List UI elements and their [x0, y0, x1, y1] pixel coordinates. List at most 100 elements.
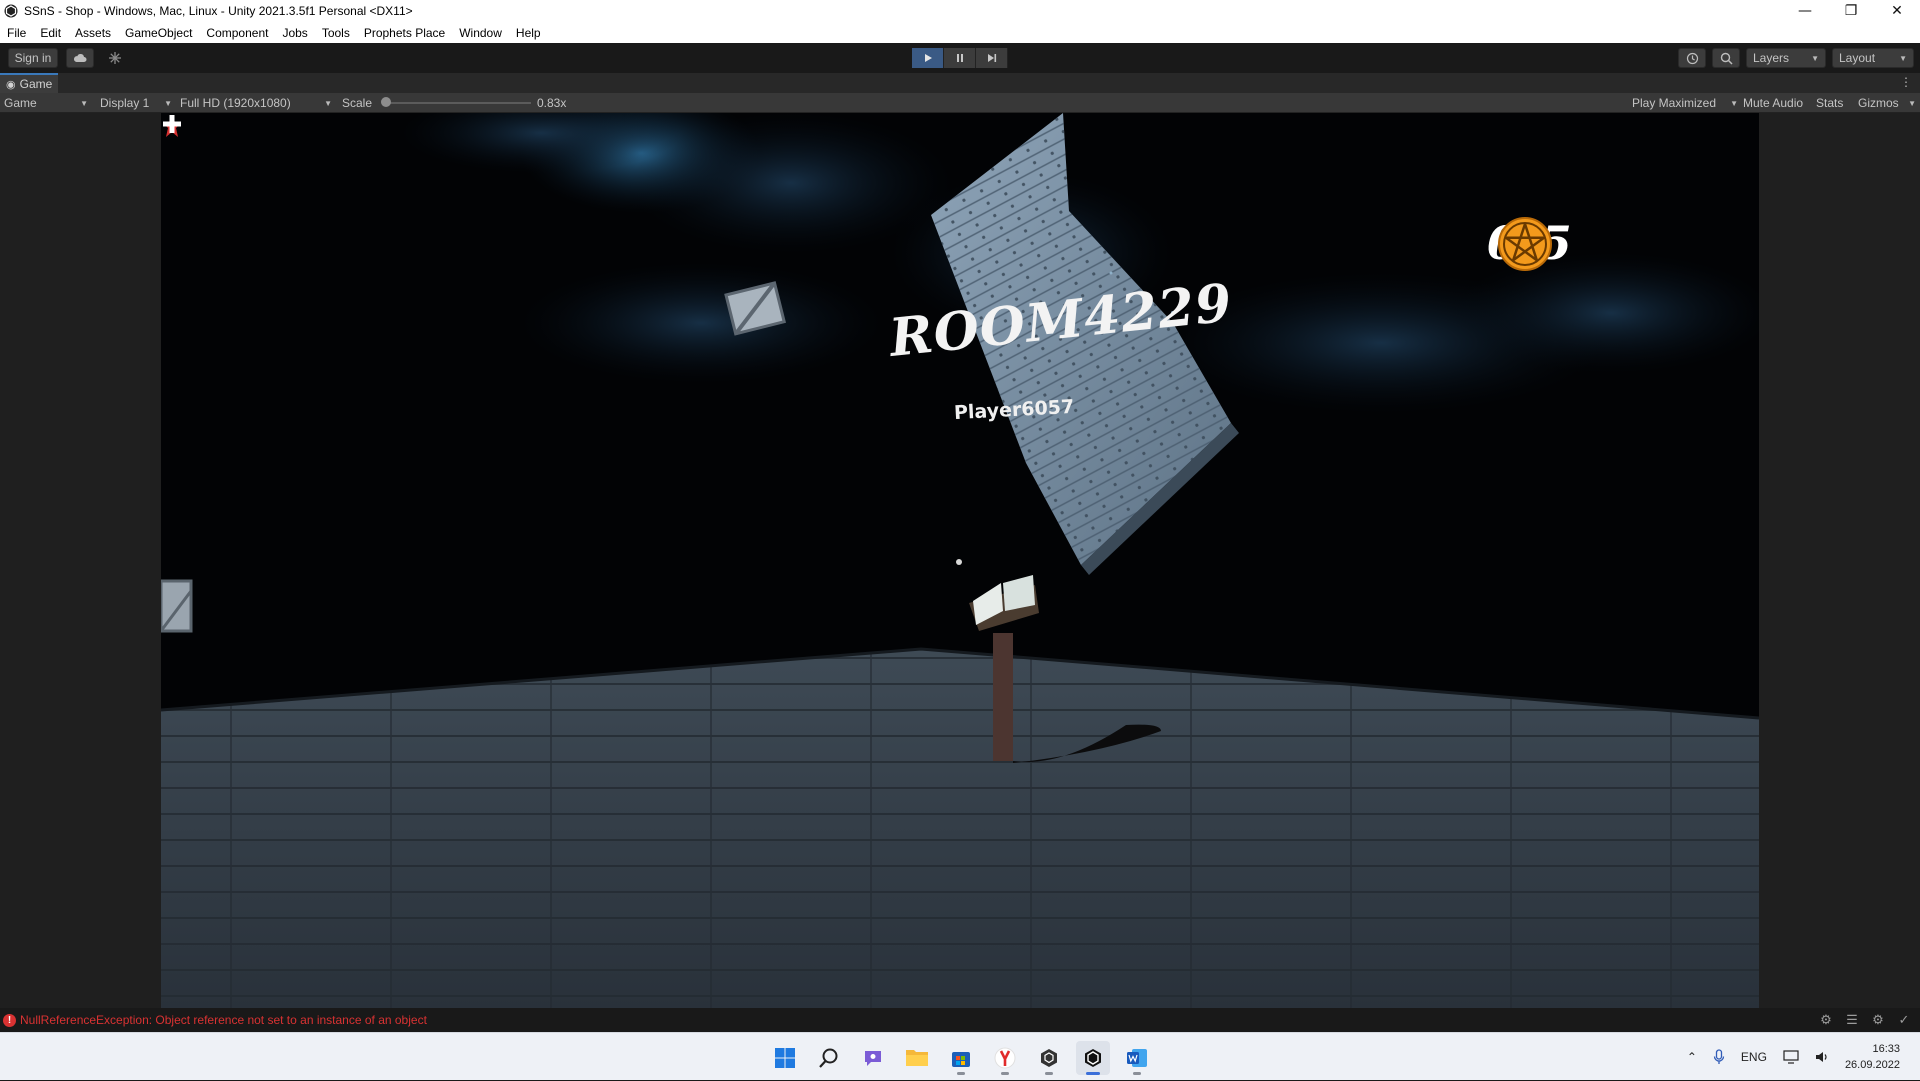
cache-server-icon[interactable]: ☰	[1844, 1012, 1860, 1028]
scale-slider-track[interactable]	[385, 102, 531, 104]
layout-dropdown[interactable]: Layout ▼	[1832, 48, 1914, 68]
collab-icon	[109, 52, 121, 64]
bug-icon[interactable]: ⚙	[1818, 1012, 1834, 1028]
console-status-bar[interactable]: ! NullReferenceException: Object referen…	[0, 1008, 1920, 1032]
menu-window[interactable]: Window	[452, 26, 509, 40]
chat-button[interactable]	[856, 1041, 890, 1075]
unity-logo-icon	[4, 4, 18, 18]
yandex-browser-button[interactable]	[988, 1041, 1022, 1075]
gizmos-dropdown[interactable]: Gizmos ▼	[1858, 93, 1916, 113]
cloud-icon	[73, 54, 87, 62]
title-bar: SSnS - Shop - Windows, Mac, Linux - Unit…	[0, 0, 1920, 22]
stats-toggle[interactable]: Stats	[1816, 93, 1843, 113]
layout-label: Layout	[1839, 51, 1876, 65]
clock[interactable]: 16:33 26.09.2022	[1845, 1041, 1900, 1073]
auto-generate-lighting-icon[interactable]: ⚙	[1870, 1012, 1886, 1028]
pentacle-icon	[1498, 217, 1552, 271]
chevron-down-icon: ▼	[1908, 98, 1916, 108]
step-button[interactable]	[976, 48, 1008, 68]
scale-value: 0.83x	[537, 96, 567, 110]
pause-icon	[956, 54, 963, 62]
game-render[interactable]: 0/5 ROOM4229 Player6057	[161, 113, 1759, 1008]
running-indicator	[1045, 1072, 1053, 1075]
store-button[interactable]	[944, 1041, 978, 1075]
network-icon[interactable]	[1783, 1050, 1799, 1064]
chevron-up-icon[interactable]: ⌃	[1687, 1050, 1697, 1064]
running-indicator	[1001, 1072, 1009, 1075]
panel-menu-icon[interactable]: ⋮	[1900, 75, 1912, 89]
play-maximized-label: Play Maximized	[1632, 96, 1717, 110]
gizmos-label: Gizmos	[1858, 96, 1899, 110]
crosshair-icon	[163, 115, 181, 133]
undo-history-button[interactable]	[1678, 48, 1706, 68]
collab-button[interactable]	[102, 48, 128, 68]
store-icon	[952, 1052, 970, 1067]
step-icon	[987, 54, 996, 62]
layers-dropdown[interactable]: Layers ▼	[1746, 48, 1826, 68]
play-maximized-dropdown[interactable]: Play Maximized ▼	[1632, 93, 1738, 113]
search-button[interactable]	[1712, 48, 1740, 68]
yandex-browser-icon	[994, 1047, 1016, 1069]
chevron-down-icon: ▼	[80, 98, 88, 108]
search-icon	[1720, 52, 1733, 65]
restore-button[interactable]: ❐	[1828, 0, 1874, 22]
play-icon	[924, 54, 932, 62]
layers-label: Layers	[1753, 51, 1790, 65]
collectible-counter: 0/5	[1487, 216, 1574, 271]
view-label: Game	[4, 96, 37, 110]
gamepad-icon: ◉	[6, 78, 16, 91]
active-indicator	[1086, 1072, 1100, 1075]
menu-prophets-place[interactable]: Prophets Place	[357, 26, 452, 40]
language-indicator[interactable]: ENG	[1741, 1050, 1767, 1064]
menu-component[interactable]: Component	[199, 26, 275, 40]
main-toolbar: Sign in Layers ▼ Layout ▼	[0, 43, 1920, 73]
chevron-down-icon: ▼	[1899, 53, 1907, 63]
windows-taskbar: ⌃ ENG 16:33 26.09.2022	[0, 1032, 1920, 1080]
file-explorer-button[interactable]	[900, 1041, 934, 1075]
display-label: Display 1	[100, 96, 150, 110]
taskbar-search-button[interactable]	[812, 1041, 846, 1075]
scale-label: Scale	[342, 96, 373, 110]
game-view[interactable]: 0/5 ROOM4229 Player6057	[0, 113, 1920, 1008]
unity-editor-button[interactable]	[1076, 1041, 1110, 1075]
pause-button[interactable]	[944, 48, 976, 68]
cloud-button[interactable]	[66, 48, 94, 68]
menu-tools[interactable]: Tools	[315, 26, 357, 40]
volume-icon[interactable]	[1815, 1050, 1829, 1064]
menu-help[interactable]: Help	[509, 26, 548, 40]
mute-audio-toggle[interactable]: Mute Audio	[1743, 93, 1803, 113]
display-dropdown[interactable]: Display 1 ▼	[100, 93, 172, 113]
play-controls	[912, 48, 1008, 68]
menu-assets[interactable]: Assets	[68, 26, 118, 40]
unity-editor-icon	[1085, 1049, 1101, 1067]
menu-jobs[interactable]: Jobs	[275, 26, 314, 40]
clock-time: 16:33	[1872, 1043, 1900, 1055]
error-icon: !	[3, 1013, 16, 1027]
microphone-icon[interactable]	[1713, 1049, 1725, 1065]
resolution-label: Full HD (1920x1080)	[180, 96, 291, 110]
window-title: SSnS - Shop - Windows, Mac, Linux - Unit…	[24, 4, 413, 18]
menu-bar: File Edit Assets GameObject Component Jo…	[0, 22, 1920, 43]
unity-hub-button[interactable]	[1032, 1041, 1066, 1075]
tab-game-label: Game	[19, 77, 53, 91]
menu-edit[interactable]: Edit	[33, 26, 68, 40]
word-button[interactable]	[1120, 1041, 1154, 1075]
history-icon	[1686, 52, 1698, 64]
view-dropdown[interactable]: Game ▼	[4, 93, 88, 113]
play-button[interactable]	[912, 48, 944, 68]
progress-check-icon[interactable]: ✓	[1896, 1012, 1912, 1028]
start-button[interactable]	[768, 1041, 802, 1075]
chat-icon	[865, 1051, 881, 1066]
minimize-button[interactable]: —	[1782, 0, 1828, 22]
status-icons: ⚙ ☰ ⚙ ✓	[1818, 1012, 1912, 1028]
menu-gameobject[interactable]: GameObject	[118, 26, 199, 40]
close-button[interactable]: ✕	[1874, 0, 1920, 22]
scale-slider-handle[interactable]	[381, 97, 391, 107]
unity-hub-icon	[1041, 1049, 1057, 1067]
resolution-dropdown[interactable]: Full HD (1920x1080) ▼	[180, 93, 332, 113]
error-message[interactable]: NullReferenceException: Object reference…	[20, 1013, 427, 1027]
menu-file[interactable]: File	[0, 26, 33, 40]
sign-in-button[interactable]: Sign in	[8, 48, 58, 68]
tab-game[interactable]: ◉ Game	[0, 73, 59, 93]
game-view-toolbar: Game ▼ Display 1 ▼ Full HD (1920x1080) ▼…	[0, 93, 1920, 113]
